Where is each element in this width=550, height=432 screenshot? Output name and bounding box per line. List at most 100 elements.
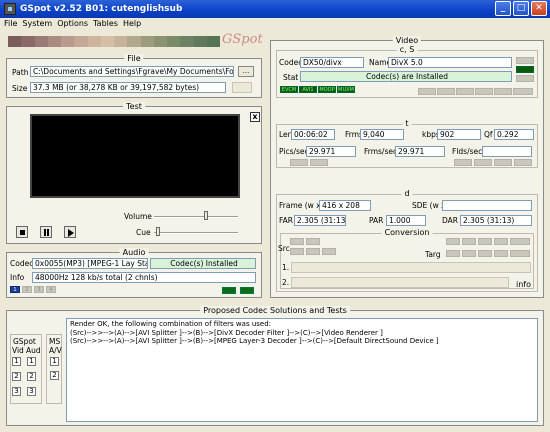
src-button-5[interactable] xyxy=(322,248,336,255)
color-strip-segment xyxy=(127,36,141,47)
play-button[interactable] xyxy=(64,226,76,238)
audio-group-title: Audio xyxy=(119,248,149,257)
time-tool-button-5[interactable] xyxy=(494,159,512,166)
codec-tool-button-5[interactable] xyxy=(494,88,512,95)
flds-sec-field xyxy=(482,146,532,157)
targ-button-5[interactable] xyxy=(510,238,530,245)
color-strip-segment xyxy=(8,36,22,47)
flds-sec-label: Flds/sec xyxy=(452,147,483,156)
codec-green-button-muxm[interactable]: MUXM xyxy=(337,86,355,93)
codec-tool-button-1[interactable] xyxy=(418,88,436,95)
menu-system[interactable]: System xyxy=(22,18,57,31)
codec-tool-button-6[interactable] xyxy=(513,88,533,95)
cue-slider-thumb[interactable] xyxy=(156,227,160,236)
maximize-button[interactable]: □ xyxy=(513,1,529,16)
color-strip-segment xyxy=(167,36,181,47)
audio-stream-button-2[interactable]: 2 xyxy=(22,286,32,293)
info-link[interactable]: info xyxy=(516,280,531,289)
test-close-icon[interactable]: x xyxy=(250,112,260,122)
targ-button-9[interactable] xyxy=(494,250,508,257)
time-tool-button-1[interactable] xyxy=(290,159,308,166)
volume-slider-thumb[interactable] xyxy=(204,211,208,220)
par-field: 1.000 xyxy=(386,215,426,226)
codec-side-button-1[interactable] xyxy=(516,57,534,64)
audio-green-button-2[interactable] xyxy=(240,287,254,294)
codec-green-button-moop[interactable]: MOOP xyxy=(318,86,336,93)
frms-sec-field: 29.971 xyxy=(395,146,445,157)
conversion-row2-label: 2. xyxy=(282,278,290,287)
targ-button-2[interactable] xyxy=(462,238,476,245)
src-button-3[interactable] xyxy=(290,248,304,255)
aud-button-2[interactable]: 2 xyxy=(27,372,36,381)
src-button-4[interactable] xyxy=(306,248,320,255)
targ-button-6[interactable] xyxy=(446,250,460,257)
color-strip xyxy=(8,36,220,47)
vid-button-2[interactable]: 2 xyxy=(12,372,21,381)
browse-button[interactable]: ... xyxy=(238,66,254,77)
time-tool-button-6[interactable] xyxy=(514,159,532,166)
test-group-title: Test xyxy=(123,102,145,111)
src-button-2[interactable] xyxy=(306,238,320,245)
pics-sec-label: Pics/sec xyxy=(279,147,309,156)
targ-button-4[interactable] xyxy=(494,238,508,245)
codec-green-button-avi1[interactable]: AVI1 xyxy=(299,86,317,93)
menu-file[interactable]: File xyxy=(4,18,22,31)
title-bar: GSpot v2.52 B01: cutenglishsub _ □ ✕ xyxy=(0,0,550,18)
aud-button-1[interactable]: 1 xyxy=(27,357,36,366)
video-preview xyxy=(30,114,240,198)
conversion-row1-label: 1. xyxy=(282,263,290,272)
targ-button-8[interactable] xyxy=(478,250,492,257)
aud-button-3[interactable]: 3 xyxy=(27,387,36,396)
menu-tables[interactable]: Tables xyxy=(93,18,123,31)
frms-field: 9,040 xyxy=(360,129,404,140)
codec-tool-button-4[interactable] xyxy=(475,88,493,95)
codec-side-button-3[interactable] xyxy=(516,75,534,82)
time-tool-button-3[interactable] xyxy=(454,159,472,166)
vid-button-3[interactable]: 3 xyxy=(12,387,21,396)
ms-av-label: A/V xyxy=(49,346,62,355)
pause-icon xyxy=(44,229,46,236)
minimize-button[interactable]: _ xyxy=(495,1,511,16)
codec-side-button-2[interactable] xyxy=(516,66,534,73)
time-tool-button-2[interactable] xyxy=(310,159,328,166)
targ-button-10[interactable] xyxy=(510,250,530,257)
pause-button[interactable] xyxy=(40,226,52,238)
result-line: (Src)-->>-->(A)-->[AVI Splitter ]-->(B)-… xyxy=(70,328,383,337)
src-label: Src xyxy=(278,244,290,253)
size-button[interactable] xyxy=(232,82,252,93)
color-strip-segment xyxy=(193,36,207,47)
audio-stream-button-4[interactable]: 4 xyxy=(46,286,56,293)
menu-help[interactable]: Help xyxy=(123,18,146,31)
dar-label: DAR xyxy=(442,216,458,225)
color-strip-segment xyxy=(114,36,128,47)
targ-button-3[interactable] xyxy=(478,238,492,245)
audio-stream-button-3[interactable]: 3 xyxy=(34,286,44,293)
audio-stream-button-1[interactable]: 1 xyxy=(10,286,20,293)
codec-tool-button-2[interactable] xyxy=(437,88,455,95)
window-title: GSpot v2.52 B01: cutenglishsub xyxy=(20,4,183,14)
path-field[interactable]: C:\Documents and Settings\Fgrave\My Docu… xyxy=(30,66,234,77)
gspot-label: GSpot xyxy=(13,337,36,346)
ms-button-1[interactable]: 1 xyxy=(50,357,59,366)
time-tool-button-4[interactable] xyxy=(474,159,492,166)
targ-button-1[interactable] xyxy=(446,238,460,245)
codec-green-button-evcm[interactable]: EVCM xyxy=(280,86,298,93)
menu-options[interactable]: Options xyxy=(57,18,93,31)
conversion-row1-field xyxy=(291,262,531,273)
pics-sec-field: 29.971 xyxy=(306,146,356,157)
targ-button-7[interactable] xyxy=(462,250,476,257)
codec-tool-button-3[interactable] xyxy=(456,88,474,95)
src-button-1[interactable] xyxy=(290,238,304,245)
codec-panel-title: c, S xyxy=(396,45,418,54)
frame-label: Frame (w x xyxy=(279,201,321,210)
ms-button-2[interactable]: 2 xyxy=(50,371,59,380)
audio-green-button-1[interactable] xyxy=(222,287,236,294)
len-field: 00:06:02 xyxy=(291,129,335,140)
video-codec-field: DX50/divx xyxy=(300,57,364,68)
stop-button[interactable] xyxy=(16,226,28,238)
close-button[interactable]: ✕ xyxy=(531,1,547,16)
par-label: PAR xyxy=(369,216,384,225)
vid-button-1[interactable]: 1 xyxy=(12,357,21,366)
sde-label: SDE (w x xyxy=(412,201,446,210)
color-strip-segment xyxy=(206,36,220,47)
